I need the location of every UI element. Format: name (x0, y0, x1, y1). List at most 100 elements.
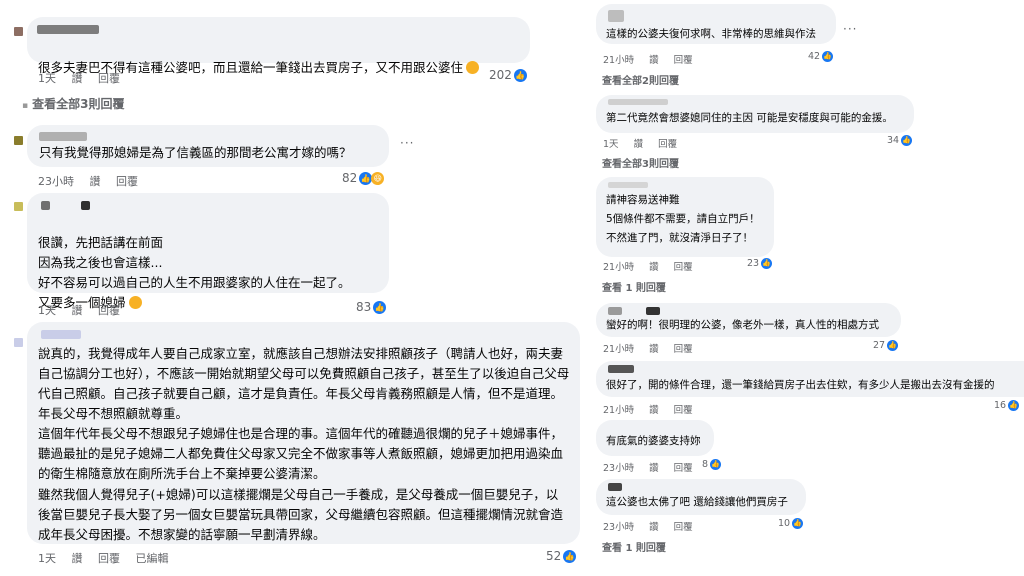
like-link[interactable]: 讚 (649, 463, 659, 474)
like-icon: 👍 (513, 68, 527, 82)
like-icon: 👍 (373, 300, 387, 314)
like-link[interactable]: 讚 (634, 139, 644, 150)
comment-text: 只有我覺得那媳婦是為了信義區的那間老公寓才嫁的嗎？ (39, 145, 352, 160)
avatar[interactable] (14, 27, 23, 36)
timestamp[interactable]: 1天 (38, 552, 56, 565)
timestamp[interactable]: 23小時 (603, 463, 634, 474)
like-icon: 👍 (901, 135, 913, 146)
more-options-icon[interactable]: ··· (843, 22, 857, 36)
like-link[interactable]: 讚 (649, 55, 659, 66)
reply-link[interactable]: 回覆 (674, 522, 693, 533)
reply-link[interactable]: 回覆 (674, 344, 693, 355)
like-link[interactable]: 讚 (72, 552, 83, 565)
comment-meta: 1天 讚 回覆 已編輯 (38, 550, 181, 566)
author-name-redacted[interactable] (37, 25, 99, 34)
like-link[interactable]: 讚 (72, 72, 83, 85)
author-name-redacted[interactable] (41, 330, 81, 339)
view-replies-link[interactable]: ▪ 查看全部3則回覆 (22, 95, 124, 112)
author-name-redacted[interactable] (41, 201, 50, 210)
view-replies-link[interactable]: 查看 1 則回覆 (602, 279, 666, 294)
like-link[interactable]: 讚 (649, 405, 659, 416)
view-replies-link[interactable]: 查看 1 則回覆 (602, 539, 666, 554)
view-replies-link[interactable]: 查看全部2則回覆 (602, 72, 679, 87)
comment-text: 很讚，先把話講在前面 因為我之後也會這樣... 好不容易可以過自己的人生不用跟婆… (38, 235, 351, 310)
reaction-count[interactable]: 202 👍 (489, 68, 527, 82)
reaction-count[interactable]: 23 👍 (747, 258, 773, 269)
reply-link[interactable]: 回覆 (658, 139, 677, 150)
comment-meta: 1天 讚 回覆 (38, 70, 132, 86)
timestamp[interactable]: 21小時 (603, 262, 634, 273)
like-link[interactable]: 讚 (90, 175, 101, 188)
comment-meta: 1天 讚 回覆 (603, 136, 689, 150)
comment-bubble: 第二代竟然會想婆媳同住的主因 可能是安穩度與可能的金援。 (596, 95, 914, 133)
comment-meta: 21小時 讚 回覆 (603, 341, 705, 355)
reply-link[interactable]: 回覆 (98, 552, 120, 565)
timestamp[interactable]: 1天 (38, 304, 56, 317)
author-name-redacted[interactable] (608, 99, 668, 105)
timestamp[interactable]: 1天 (603, 139, 619, 150)
like-link[interactable]: 讚 (649, 262, 659, 273)
comment-bubble: 說真的，我覺得成年人要自己成家立室，就應該自己想辦法安排照顧孩子（聘請人也好，兩… (27, 322, 580, 544)
reaction-count[interactable]: 27 👍 (873, 340, 899, 351)
timestamp[interactable]: 23小時 (38, 175, 74, 188)
like-icon: 👍 (887, 340, 899, 351)
reply-link[interactable]: 回覆 (116, 175, 138, 188)
comment-bubble: 只有我覺得那媳婦是為了信義區的那間老公寓才嫁的嗎？ (27, 125, 389, 167)
reply-link[interactable]: 回覆 (674, 262, 693, 273)
author-name-redacted[interactable] (608, 307, 622, 315)
reply-link[interactable]: 回覆 (98, 72, 120, 85)
author-name-redacted[interactable] (646, 307, 660, 315)
more-options-icon[interactable]: ··· (400, 136, 414, 150)
timestamp[interactable]: 21小時 (603, 55, 634, 66)
reply-link[interactable]: 回覆 (674, 463, 693, 474)
reply-link[interactable]: 回覆 (674, 405, 693, 416)
like-link[interactable]: 讚 (72, 304, 83, 317)
comment-paragraph-1: 說真的，我覺得成年人要自己成家立室，就應該自己想辦法安排照顧孩子（聘請人也好，兩… (38, 346, 570, 421)
timestamp[interactable]: 21小時 (603, 405, 634, 416)
timestamp[interactable]: 21小時 (603, 344, 634, 355)
haha-icon: 😆 (371, 171, 385, 185)
author-name-redacted[interactable] (608, 483, 622, 491)
comment-panel-right: 這樣的公婆夫復何求啊、非常棒的思維與作法 ··· 21小時 讚 回覆 42 👍 查… (590, 0, 1024, 576)
timestamp[interactable]: 23小時 (603, 522, 634, 533)
reaction-count[interactable]: 16 👍 (994, 400, 1020, 411)
reaction-count[interactable]: 10 👍 (778, 518, 804, 529)
comment-text: 蠻好的啊！很明理的公婆，像老外一樣，真人性的相處方式 (606, 319, 879, 331)
reaction-count[interactable]: 83 👍 (356, 300, 387, 314)
comment-bubble: 很讚，先把話講在前面 因為我之後也會這樣... 好不容易可以過自己的人生不用跟婆… (27, 193, 389, 310)
timestamp[interactable]: 1天 (38, 72, 56, 85)
avatar[interactable] (14, 338, 23, 347)
like-icon: 👍 (563, 549, 577, 563)
comment-bubble: 很好了，開的條件合理，還一筆錢給買房子出去住欸，有多少人是搬出去沒有金援的 (596, 361, 1024, 397)
reply-link[interactable]: 回覆 (98, 304, 120, 317)
view-replies-link[interactable]: 查看全部3則回覆 (602, 155, 679, 170)
author-name-redacted[interactable] (608, 10, 624, 22)
avatar[interactable] (14, 136, 23, 145)
comment-text: 很好了，開的條件合理，還一筆錢給買房子出去住欸，有多少人是搬出去沒有金援的 (606, 379, 995, 391)
comment-text: 第二代竟然會想婆媳同住的主因 可能是安穩度與可能的金援。 (606, 112, 893, 124)
comment-meta: 1天 讚 回覆 (38, 302, 132, 318)
avatar[interactable] (14, 202, 23, 211)
like-icon: 👍 (710, 459, 722, 470)
like-link[interactable]: 讚 (649, 344, 659, 355)
comment-bubble: 這公婆也太佛了吧 還給錢讓他們買房子 (596, 479, 806, 515)
comment-bubble: 請神容易送神難 5個條件都不需要，請自立門戶！ 不然進了門，就沒清淨日子了！ (596, 177, 774, 257)
comment-meta: 23小時 讚 回覆 (38, 173, 150, 189)
reply-link[interactable]: 回覆 (674, 55, 693, 66)
reaction-count[interactable]: 52 👍 (546, 549, 577, 563)
like-link[interactable]: 讚 (649, 522, 659, 533)
comment-bubble: 蠻好的啊！很明理的公婆，像老外一樣，真人性的相處方式 (596, 303, 901, 337)
reaction-count[interactable]: 42 👍 (808, 51, 834, 62)
reaction-count[interactable]: 8 👍 (702, 459, 722, 470)
author-name-redacted[interactable] (81, 201, 90, 210)
comment-paragraph-3: 雖然我個人覺得兒子(+媳婦)可以這樣擺爛是父母自己一手養成，是父母養成一個巨嬰兒… (38, 487, 564, 542)
author-name-redacted[interactable] (608, 182, 648, 188)
comment-meta: 21小時 讚 回覆 (603, 52, 705, 66)
comment-meta: 21小時 讚 回覆 (603, 402, 705, 416)
comment-bubble: 很多夫妻巴不得有這種公婆吧，而且還給一筆錢出去買房子，又不用跟公婆住 (27, 17, 530, 75)
laughing-emoji-icon (466, 61, 480, 74)
author-name-redacted[interactable] (39, 132, 87, 141)
reaction-count[interactable]: 82 👍 😆 (342, 171, 385, 185)
reaction-count[interactable]: 34 👍 (887, 135, 913, 146)
author-name-redacted[interactable] (608, 365, 634, 373)
